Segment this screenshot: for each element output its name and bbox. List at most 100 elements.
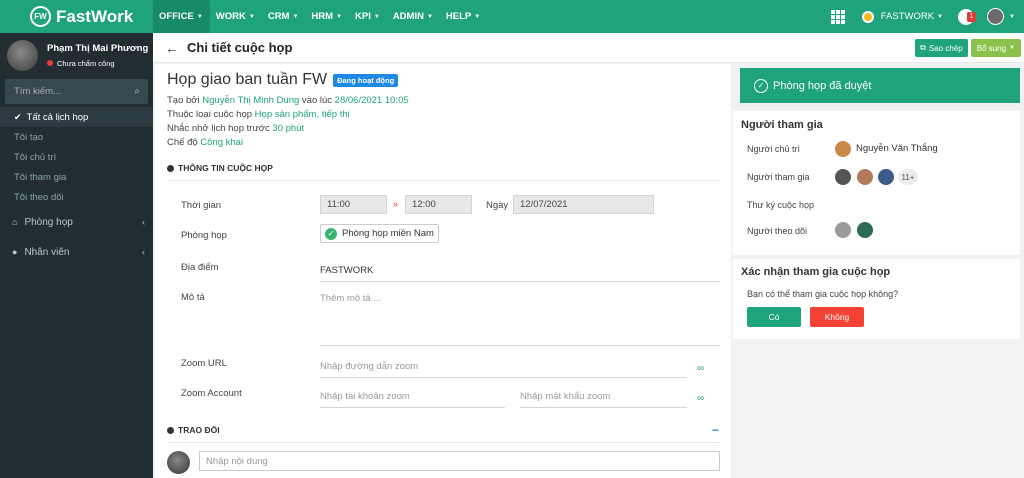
- date-label: Ngày: [486, 200, 509, 211]
- caret-down-icon: ▼: [292, 13, 299, 20]
- search-icon[interactable]: ⌕: [134, 86, 140, 97]
- nav-crm[interactable]: CRM ▼: [262, 0, 306, 33]
- status-badge: Đang hoạt động: [333, 73, 399, 87]
- location-input[interactable]: FASTWORK: [320, 265, 720, 282]
- meeting-filter-list: ✔ Tất cả lịch họp Tôi tạo Tôi chủ trì Tôi…: [0, 107, 153, 207]
- avatar[interactable]: [857, 169, 873, 185]
- confirm-question: Bạn có thể tham gia cuộc họp không?: [747, 289, 899, 299]
- zoom-account-input[interactable]: Nhập tài khoản zoom: [320, 391, 505, 408]
- secretary-label: Thư ký cuộc họp: [747, 200, 815, 210]
- sidebar: Phạm Thị Mai Phương Chưa chấm công Tìm k…: [0, 33, 153, 478]
- sidebar-item-all-meetings[interactable]: ✔ Tất cả lịch họp: [0, 107, 153, 127]
- start-time-input[interactable]: 11:00: [320, 195, 387, 214]
- org-logo-icon: [861, 10, 874, 23]
- link-icon[interactable]: ∞: [697, 363, 704, 374]
- link-icon[interactable]: ∞: [697, 393, 704, 404]
- meta-mode: Chế độ Công khai: [167, 137, 244, 148]
- sidebar-user: Phạm Thị Mai Phương Chưa chấm công: [0, 33, 153, 77]
- chevron-left-icon: ‹: [142, 217, 145, 227]
- nav-office[interactable]: OFFICE ▼: [153, 0, 210, 33]
- meta-created: Tạo bởi Nguyễn Thị Minh Dung vào lúc 28/…: [167, 95, 409, 106]
- host-name[interactable]: Nguyễn Văn Thắng: [856, 143, 938, 154]
- divider: [167, 442, 719, 443]
- meeting-title-row: Họp giao ban tuần FW Đang hoạt động: [167, 71, 399, 89]
- app-name: FastWork: [56, 6, 134, 26]
- sidebar-item-created-by-me[interactable]: Tôi tạo: [0, 127, 153, 147]
- avatar[interactable]: [835, 141, 851, 157]
- top-navbar: FW FastWork OFFICE ▼ WORK ▼ CRM ▼ HRM ▼ KPI ▼…: [0, 0, 1024, 33]
- home-icon: ⌂: [12, 217, 18, 227]
- accept-button[interactable]: Có: [747, 307, 801, 327]
- caret-down-icon: ▼: [1009, 45, 1015, 51]
- avatar[interactable]: [7, 39, 38, 71]
- sidebar-item-following[interactable]: Tôi theo dõi: [0, 187, 153, 207]
- zoom-url-label: Zoom URL: [181, 358, 227, 369]
- check-circle-icon: ✓: [325, 227, 337, 240]
- comment-input[interactable]: Nhập nội dung: [199, 451, 720, 471]
- apps-grid-icon[interactable]: [830, 9, 845, 24]
- approval-banner: ✓ Phòng họp đã duyệt: [740, 68, 1020, 103]
- more-button[interactable]: Bổ sung ▼: [970, 39, 1021, 57]
- more-attendees-badge[interactable]: 11+: [898, 169, 918, 185]
- confirm-card: Xác nhận tham gia cuộc họp Bạn có thể th…: [733, 259, 1020, 339]
- check-icon: ✔: [14, 111, 22, 122]
- avatar[interactable]: [835, 222, 851, 238]
- org-switcher[interactable]: FASTWORK ▼: [861, 10, 944, 23]
- info-section-header: THÔNG TIN CUỘC HỌP: [167, 163, 273, 173]
- end-time-input[interactable]: 12:00: [405, 195, 472, 214]
- followers-label: Người theo dõi: [747, 226, 807, 236]
- sidebar-item-attending[interactable]: Tôi tham gia: [0, 167, 153, 187]
- nav-help[interactable]: HELP ▼: [440, 0, 487, 33]
- avatar: [167, 451, 190, 474]
- copy-button[interactable]: ⧉ Sao chép: [915, 39, 968, 57]
- nav-hrm[interactable]: HRM ▼: [305, 0, 349, 33]
- caret-down-icon[interactable]: ▼: [1009, 14, 1015, 20]
- date-input[interactable]: 12/07/2021: [513, 195, 654, 214]
- sidebar-item-hosted-by-me[interactable]: Tôi chủ trì: [0, 147, 153, 167]
- meta-type: Thuộc loại cuộc họp Họp sản phẩm, tiếp t…: [167, 109, 350, 120]
- caret-down-icon: ▼: [937, 13, 944, 20]
- caret-down-icon: ▼: [248, 13, 255, 20]
- caret-down-icon: ▼: [336, 13, 343, 20]
- nav-kpi[interactable]: KPI ▼: [349, 0, 387, 33]
- page-header: ← Chi tiết cuộc họp ⧉ Sao chép Bổ sung ▼: [153, 33, 1024, 63]
- user-avatar[interactable]: [987, 8, 1005, 25]
- host-label: Người chủ trì: [747, 144, 800, 154]
- collapse-icon[interactable]: −: [712, 423, 719, 437]
- back-arrow-icon[interactable]: ←: [165, 40, 179, 56]
- page-title: Chi tiết cuộc họp: [187, 40, 293, 55]
- app-logo[interactable]: FW FastWork: [0, 0, 153, 33]
- room-label: Phòng họp: [181, 230, 227, 241]
- user-icon: ●: [12, 247, 18, 257]
- caret-down-icon: ▼: [196, 13, 203, 20]
- zoom-password-input[interactable]: Nhập mật khẩu zoom: [520, 391, 687, 408]
- main-nav: OFFICE ▼ WORK ▼ CRM ▼ HRM ▼ KPI ▼ ADMIN ▼ HELP…: [153, 0, 487, 33]
- room-chip[interactable]: ✓ Phòng họp miền Nam: [320, 224, 439, 243]
- avatar[interactable]: [857, 222, 873, 238]
- avatar[interactable]: [878, 169, 894, 185]
- sidebar-item-meeting-rooms[interactable]: ⌂ Phòng họp ‹: [0, 207, 153, 237]
- notification-count-badge: 1: [967, 11, 977, 22]
- meeting-title: Họp giao ban tuần FW: [167, 71, 328, 88]
- nav-admin[interactable]: ADMIN ▼: [387, 0, 440, 33]
- creator-link[interactable]: Nguyễn Thị Minh Dung: [202, 95, 299, 106]
- confirm-title: Xác nhận tham gia cuộc họp: [741, 266, 891, 278]
- meta-reminder: Nhắc nhở lịch họp trước 30 phút: [167, 123, 305, 134]
- meeting-detail-card: Họp giao ban tuần FW Đang hoạt động Tạo …: [155, 64, 731, 478]
- location-label: Địa điểm: [181, 262, 219, 273]
- info-icon: [167, 164, 174, 172]
- decline-button[interactable]: Không: [810, 307, 864, 327]
- description-textarea[interactable]: Thêm mô tả ...: [320, 293, 720, 346]
- caret-down-icon: ▼: [474, 13, 481, 20]
- nav-work[interactable]: WORK ▼: [210, 0, 262, 33]
- zoom-account-label: Zoom Account: [181, 388, 242, 399]
- sidebar-search-input[interactable]: Tìm kiếm... ⌕: [5, 79, 148, 104]
- participants-title: Người tham gia: [741, 119, 823, 131]
- avatar[interactable]: [835, 169, 851, 185]
- zoom-url-input[interactable]: Nhập đường dẫn zoom: [320, 361, 687, 378]
- caret-down-icon: ▼: [373, 13, 380, 20]
- sidebar-item-employees[interactable]: ● Nhân viên ‹: [0, 237, 153, 267]
- time-label: Thời gian: [181, 200, 222, 211]
- discussion-section-header: TRAO ĐỔI: [167, 425, 220, 435]
- notification-bell-icon[interactable]: 1: [958, 8, 977, 25]
